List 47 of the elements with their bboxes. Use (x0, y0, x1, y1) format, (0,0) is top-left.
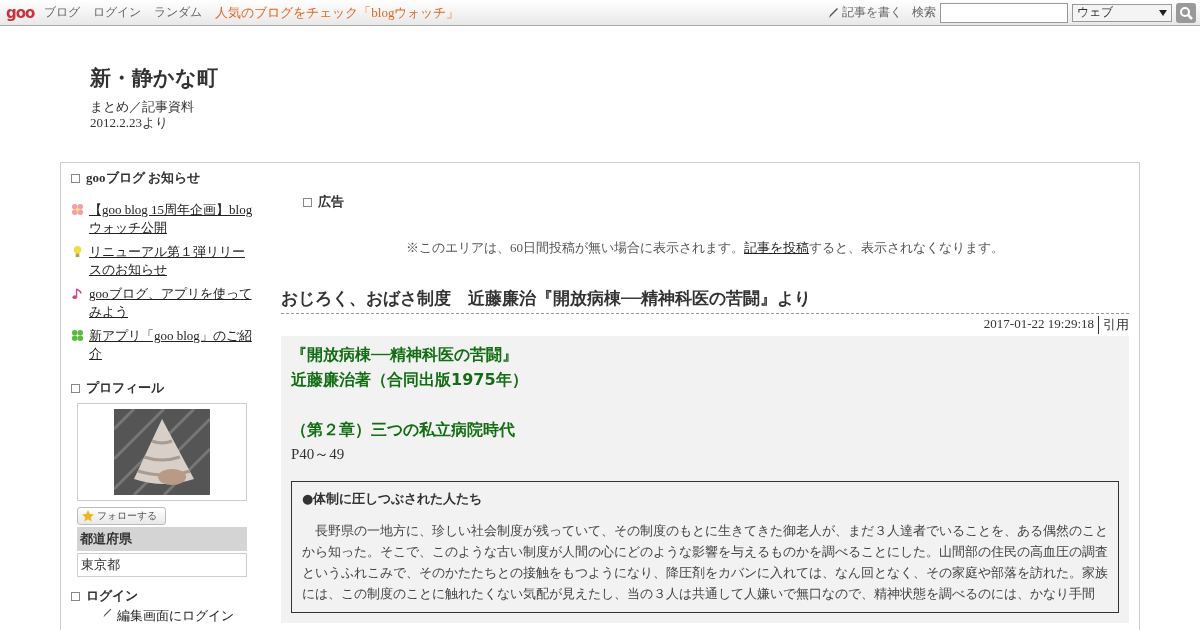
book-info-line: 『開放病棟──精神科医の苦闘』 (291, 344, 520, 366)
pencil-icon (101, 607, 113, 619)
follow-button[interactable]: フォローする (77, 507, 166, 525)
post-link[interactable]: 記事を投稿 (744, 240, 809, 255)
light-bulb-icon (71, 245, 84, 258)
nav-link[interactable]: ランダム (154, 4, 203, 21)
field-value: 東京都 (77, 553, 247, 577)
quote-paragraph: 長野県の一地方に、珍しい社会制度が残っていて、その制度のもとに生きてきた御老人が、まだ３人達者でいることを、ある偶然のことから知った。そこで、このような古い制度が人間の心にどのような影響を与えるものかを調べることにした。山間部の住民の高血圧の調査というふれこみで、そのかたたちとの接触をもつようになり、降圧剤をカバンに入れては、なん回となく、その家庭や部落を訪れた。家族には、この制度のことに触れたくない気配が見えたし、当の３人は共通して人嫌いで無口なので、精神状態を調べるのには、かなり手間 (302, 522, 1108, 603)
notice-link[interactable]: gooブログ、アプリを使ってみよう (89, 285, 257, 321)
page-range: P40～49 (291, 445, 346, 464)
blog-description: まとめ／記事資料 (90, 98, 195, 116)
nav-link[interactable]: ログイン (93, 4, 142, 21)
star-icon (82, 510, 94, 522)
book-info-line: （第２章）三つの私立病院時代 (291, 419, 516, 441)
login-link[interactable]: 編集画面にログイン (117, 607, 234, 625)
search-field[interactable] (940, 2, 1068, 23)
search-label: 検索 (912, 4, 936, 21)
flower-icon (71, 203, 84, 216)
clover-icon (71, 329, 84, 342)
square-bullet-icon (71, 591, 80, 601)
square-bullet-icon (71, 383, 80, 393)
post-title: おじろく、おばさ制度 近藤廉治『開放病棟──精神科医の苦闘』より (281, 287, 1129, 314)
section-heading: gooブログ お知らせ (86, 169, 200, 187)
notice-link[interactable]: 新アプリ「goo blog」のご紹介 (89, 327, 257, 363)
nav-link[interactable]: ブログ (44, 4, 81, 21)
dropdown-arrow-icon (1159, 9, 1167, 16)
post-date-link[interactable]: 2017-01-22 19:29:18 (983, 316, 1094, 334)
trackback-link[interactable]: 引用 (1098, 316, 1129, 334)
section-heading: ログイン (86, 587, 138, 605)
square-bullet-icon (71, 173, 80, 183)
blog-description: 2012.2.23より (90, 116, 169, 129)
notice-link[interactable]: 【goo blog 15周年企画】blogウォッチ公開 (89, 201, 257, 237)
search-button[interactable] (1176, 2, 1196, 23)
section-heading: プロフィール (86, 379, 164, 397)
section-heading: 広告 (318, 193, 344, 211)
field-label: 都道府県 (77, 527, 247, 551)
notice-link[interactable]: リニューアル第１弾リリースのお知らせ (89, 243, 257, 279)
blog-title[interactable]: 新・静かな町 (90, 64, 1200, 92)
ad-notice: ※このエリアは、60日間投稿が無い場合に表示されます。記事を投稿すると、表示されなくなります。 (405, 239, 1005, 257)
pencil-icon (826, 5, 840, 20)
quote-heading: ●体制に圧しつぶされた人たち (302, 490, 484, 508)
logo[interactable]: goo (6, 3, 35, 22)
square-bullet-icon (303, 197, 312, 207)
book-info-line: 近藤廉治著（合同出版1975年） (291, 369, 529, 391)
music-note-icon (71, 287, 84, 300)
search-scope-select[interactable]: ウェブ (1072, 3, 1172, 22)
write-link[interactable]: 記事を書く (842, 4, 902, 21)
